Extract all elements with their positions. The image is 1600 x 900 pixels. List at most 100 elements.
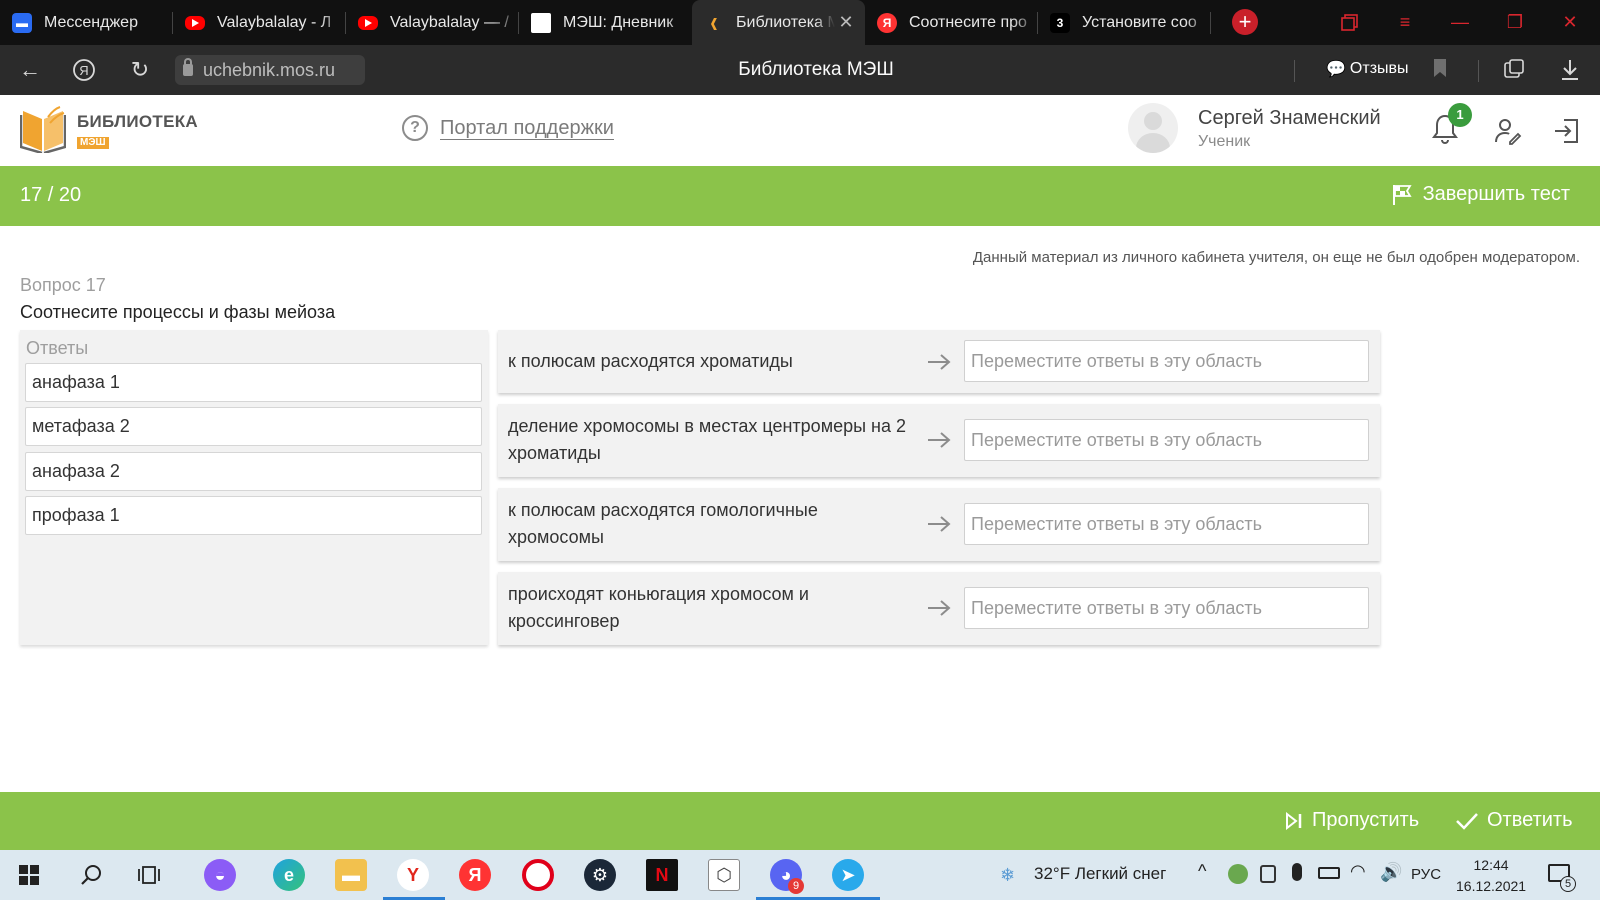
arrow-right-icon xyxy=(928,354,951,370)
z-icon: 3 xyxy=(1050,12,1070,33)
minimize-icon[interactable]: — xyxy=(1435,0,1485,45)
process-text: деление хромосомы в местах центромеры на… xyxy=(508,416,906,463)
drop-zone[interactable]: Переместите ответы в эту область xyxy=(964,503,1369,545)
windows-start-icon[interactable] xyxy=(19,865,39,885)
blank-page-icon xyxy=(531,12,551,33)
tab-yandex-search[interactable]: Я Соотнесите про xyxy=(865,0,1038,45)
tab-title: Установите соо xyxy=(1082,13,1197,31)
question-icon: ? xyxy=(402,115,428,141)
submit-answer-label: Ответить xyxy=(1487,809,1573,831)
process-text: к полюсам расходятся хроматиды xyxy=(508,351,793,371)
weather-text[interactable]: 32°F Легкий снег xyxy=(1034,864,1166,884)
answers-pool: Ответы анафаза 1 метафаза 2 анафаза 2 пр… xyxy=(20,330,488,645)
restore-icon[interactable]: ❐ xyxy=(1490,0,1540,45)
question-counter: 17 / 20 xyxy=(20,184,82,206)
finish-test-label: Завершить тест xyxy=(1422,183,1570,205)
tab-manager-icon[interactable] xyxy=(1325,0,1375,45)
tab-install[interactable]: 3 Установите соо xyxy=(1038,0,1211,45)
tab-messenger[interactable]: ▬ Мессенджер xyxy=(0,0,173,45)
tray-device-icon[interactable] xyxy=(1260,865,1276,883)
download-icon[interactable] xyxy=(1558,58,1582,82)
close-tab-icon[interactable]: ✕ xyxy=(835,12,857,33)
snow-weather-icon[interactable]: ❄ xyxy=(1000,865,1015,886)
cube-app-icon[interactable]: ⬡ xyxy=(708,859,740,891)
discord-badge: 9 xyxy=(788,878,804,894)
clock-date: 16.12.2021 xyxy=(1456,878,1527,894)
reviews-button[interactable]: 💬 Отзывы xyxy=(1318,56,1417,82)
logo-text[interactable]: БИБЛИОТЕКА МЭШ xyxy=(77,112,198,150)
question-number: Вопрос 17 xyxy=(20,275,106,295)
answer-chip[interactable]: анафаза 1 xyxy=(25,363,482,402)
finish-flag-icon xyxy=(1392,184,1412,205)
input-language[interactable]: РУС xyxy=(1411,866,1441,883)
steam-icon[interactable]: ⚙ xyxy=(584,859,616,891)
menu-icon[interactable]: ≡ xyxy=(1380,0,1430,45)
drop-zone[interactable]: Переместите ответы в эту область xyxy=(964,340,1369,382)
youtube-icon xyxy=(185,15,205,30)
system-clock[interactable]: 12:44 16.12.2021 xyxy=(1456,855,1526,897)
logout-icon[interactable] xyxy=(1553,117,1581,145)
tab-youtube-2[interactable]: Valaybalalay — / xyxy=(346,0,519,45)
task-view-icon[interactable] xyxy=(138,864,160,886)
tab-title: Соотнесите про xyxy=(909,13,1027,31)
edit-profile-icon[interactable] xyxy=(1494,117,1522,145)
volume-icon[interactable]: 🔊 xyxy=(1380,862,1402,883)
tab-title: Valaybalalay — / xyxy=(390,13,509,31)
support-link-text: Портал поддержки xyxy=(440,116,614,140)
notification-badge: 1 xyxy=(1448,103,1472,127)
action-bar: Пропустить Ответить xyxy=(0,792,1600,850)
process-text: происходят коньюгация хромосом и кроссин… xyxy=(508,584,809,631)
avatar[interactable] xyxy=(1128,103,1178,153)
address-bar: ← Я ↻ uchebnik.mos.ru Библиотека МЭШ 💬 О… xyxy=(0,45,1600,95)
battery-icon[interactable] xyxy=(1318,867,1340,879)
search-icon[interactable] xyxy=(80,864,102,886)
user-name[interactable]: Сергей Знаменский xyxy=(1198,107,1381,130)
match-row: к полюсам расходятся хроматиды Перемести… xyxy=(498,330,1380,393)
edge-browser-icon[interactable]: e xyxy=(273,859,305,891)
moderation-notice: Данный материал из личного кабинета учит… xyxy=(972,249,1580,266)
opera-icon[interactable] xyxy=(522,859,554,891)
new-tab-plus-icon[interactable]: + xyxy=(1232,9,1258,35)
drop-zone[interactable]: Переместите ответы в эту область xyxy=(964,587,1369,629)
logo-title: БИБЛИОТЕКА xyxy=(77,112,198,131)
notification-count-badge: 5 xyxy=(1560,876,1576,892)
yandex-browser-icon[interactable]: Y xyxy=(397,859,429,891)
show-hidden-icons-chevron-icon[interactable]: ^ xyxy=(1198,861,1206,882)
library-logo-icon[interactable] xyxy=(20,103,66,153)
drop-zone[interactable]: Переместите ответы в эту область xyxy=(964,419,1369,461)
telegram-icon[interactable]: ➤ xyxy=(832,859,864,891)
answer-chip[interactable]: профаза 1 xyxy=(25,496,482,535)
speech-bubble-icon: 💬 xyxy=(1326,61,1346,78)
match-row: к полюсам расходятся гомологичные хромос… xyxy=(498,488,1380,561)
tab-youtube-1[interactable]: Valaybalalay - Л xyxy=(173,0,346,45)
submit-answer-button[interactable]: Ответить xyxy=(1455,809,1573,832)
bookmark-icon[interactable] xyxy=(1428,58,1452,82)
tray-app-icon[interactable] xyxy=(1228,864,1248,884)
process-text: к полюсам расходятся гомологичные хромос… xyxy=(508,500,818,547)
logo-subtitle: МЭШ xyxy=(77,137,109,149)
file-explorer-icon[interactable]: ▬ xyxy=(335,859,367,891)
tab-library-active[interactable]: ❰ Библиотека М ✕ xyxy=(692,0,865,45)
extensions-icon[interactable] xyxy=(1502,58,1526,82)
arrow-right-icon xyxy=(928,516,951,532)
support-portal-link[interactable]: ? Портал поддержки xyxy=(402,115,614,141)
skip-button[interactable]: Пропустить xyxy=(1284,809,1419,832)
skip-label: Пропустить xyxy=(1312,809,1420,831)
youtube-icon xyxy=(358,15,378,30)
tab-title: Valaybalalay - Л xyxy=(217,13,332,31)
netflix-icon[interactable]: N xyxy=(646,859,678,891)
answer-chip[interactable]: метафаза 2 xyxy=(25,407,482,446)
microphone-icon[interactable] xyxy=(1292,863,1302,881)
reviews-label: Отзывы xyxy=(1349,60,1409,77)
alice-assistant-icon[interactable]: ◒ xyxy=(204,859,236,891)
close-window-icon[interactable]: ✕ xyxy=(1545,0,1595,45)
arrow-right-icon xyxy=(928,432,951,448)
match-row: происходят коньюгация хромосом и кроссин… xyxy=(498,572,1380,645)
answers-title: Ответы xyxy=(26,338,89,358)
tab-mesh-diary[interactable]: МЭШ: Дневник xyxy=(519,0,692,45)
match-row: деление хромосомы в местах центромеры на… xyxy=(498,404,1380,477)
yandex-icon[interactable]: Я xyxy=(459,859,491,891)
finish-test-button[interactable]: Завершить тест xyxy=(1391,183,1570,206)
wifi-icon[interactable]: ◠ xyxy=(1350,861,1366,882)
answer-chip[interactable]: анафаза 2 xyxy=(25,452,482,491)
